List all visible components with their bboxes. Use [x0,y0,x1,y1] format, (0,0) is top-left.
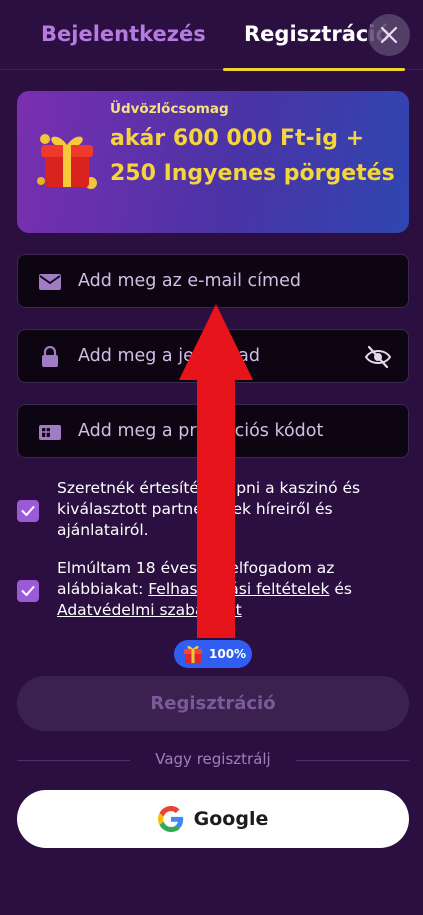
promo-code-field [17,404,409,458]
register-button[interactable]: Regisztráció [17,676,409,731]
promo-code-input[interactable] [78,405,368,457]
privacy-link[interactable]: Adatvédelmi szabályzat [57,601,242,619]
newsletter-checkbox[interactable] [17,500,39,522]
gift-icon [184,645,202,663]
google-label: Google [193,808,269,830]
google-icon [157,806,183,832]
active-tab-indicator [223,68,405,71]
password-field [17,329,409,383]
terms-checkbox[interactable] [17,580,39,602]
lock-icon [42,346,58,367]
auth-tabs: Bejelentkezés Regisztráció [0,0,423,71]
terms-link[interactable]: Felhasználási feltételek [148,580,329,598]
email-input[interactable] [78,255,368,307]
eye-off-icon[interactable] [364,344,392,370]
divider-text: Vagy regisztrálj [155,750,271,768]
google-signup-button[interactable]: Google [17,790,409,848]
close-icon [380,26,398,44]
promo-title: akár 600 000 Ft-ig + 250 Ingyenes pörget… [110,126,395,186]
divider-line [17,760,130,761]
checkmark-icon [21,506,35,516]
ticket-icon [39,425,61,440]
tab-login[interactable]: Bejelentkezés [41,22,206,46]
badge-label: 100% [209,647,247,661]
close-button[interactable] [368,14,410,56]
envelope-icon [39,274,61,290]
password-input[interactable] [78,330,368,382]
checkmark-icon [21,586,35,596]
welcome-bonus-banner: Üdvözlőcsomag akár 600 000 Ft-ig + 250 I… [17,91,409,233]
terms-text-middle: és [329,580,352,598]
bonus-badge: 100% [174,640,252,668]
divider-line [296,760,409,761]
newsletter-consent-text: Szeretnék értesítést kapni a kaszinó és … [57,479,361,539]
promo-subtitle: Üdvözlőcsomag [110,101,229,117]
terms-consent-text: Elmúltam 18 éves, és elfogadom az alábbi… [57,558,407,621]
email-field [17,254,409,308]
gift-box-icon [37,134,97,189]
